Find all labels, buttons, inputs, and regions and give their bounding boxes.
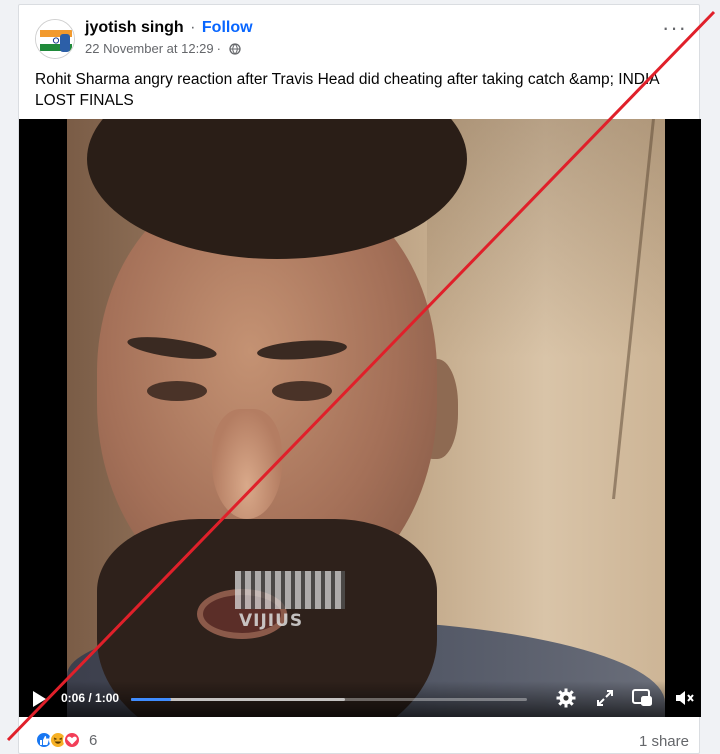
mute-icon[interactable] (673, 687, 695, 709)
love-icon (63, 731, 81, 749)
watermark-text: VIJIUS (239, 611, 304, 631)
post-meta: 22 November at 12:29 · (85, 41, 241, 56)
fullscreen-icon[interactable] (594, 687, 616, 709)
reaction-count: 6 (89, 731, 98, 749)
post-timestamp[interactable]: 22 November at 12:29 (85, 41, 214, 56)
video-frame: VIJIUS (67, 119, 665, 717)
meta-separator: · (216, 41, 221, 56)
shares-count[interactable]: 1 share (639, 733, 689, 750)
more-options-button[interactable]: ··· (662, 17, 687, 39)
post-footer: 6 1 share (19, 721, 701, 754)
picture-in-picture-icon[interactable] (631, 687, 653, 709)
play-icon[interactable] (33, 691, 46, 707)
avatar[interactable] (35, 19, 75, 59)
video-player[interactable]: VIJIUS 0:06 / 1:00 (19, 119, 701, 717)
author-line: jyotish singh · Follow (85, 19, 253, 37)
video-watermark: VIJIUS (235, 571, 345, 631)
author-name[interactable]: jyotish singh (85, 19, 184, 36)
name-separator: · (190, 19, 196, 36)
reactions-summary[interactable]: 6 (35, 731, 97, 749)
post-card: jyotish singh · Follow 22 November at 12… (18, 4, 701, 754)
globe-icon (229, 42, 241, 55)
right-eye (272, 381, 332, 401)
watermark-logo (235, 571, 345, 609)
left-eye (147, 381, 207, 401)
progress-played (131, 698, 171, 701)
settings-icon[interactable] (555, 687, 577, 709)
post-text: Rohit Sharma angry reaction after Travis… (35, 71, 659, 109)
progress-bar[interactable] (131, 698, 527, 701)
person-nose (212, 409, 282, 519)
video-time: 0:06 / 1:00 (61, 691, 120, 705)
avatar-flag-icon (36, 20, 74, 58)
video-controls: 0:06 / 1:00 (19, 681, 701, 717)
follow-button[interactable]: Follow (202, 19, 253, 36)
